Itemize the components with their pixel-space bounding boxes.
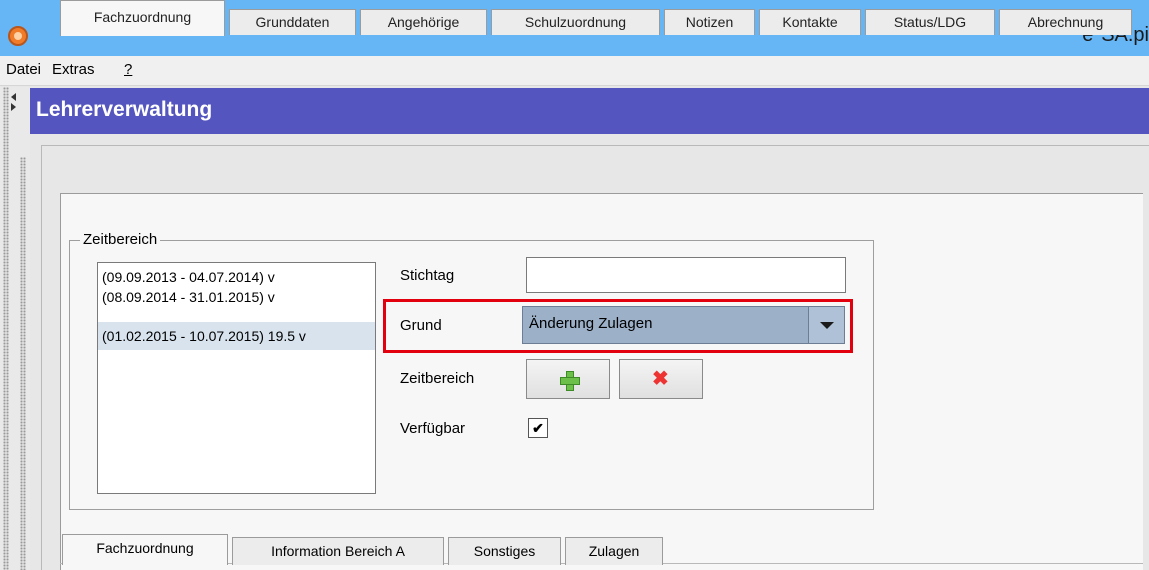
- menu-extras-label: Extras: [52, 61, 95, 78]
- page-title: Lehrerverwaltung: [36, 98, 213, 121]
- tab-label: Notizen: [685, 14, 734, 30]
- verfuegbar-label: Verfügbar: [400, 420, 466, 437]
- tab-label: Schulzuordnung: [524, 14, 627, 30]
- subtab-label: Information Bereich A: [271, 543, 405, 559]
- tab-label: Abrechnung: [1027, 14, 1104, 30]
- verfuegbar-checkbox[interactable]: ✔: [528, 418, 548, 438]
- menu-datei-label: Datei: [6, 61, 42, 78]
- tab-label: Angehörige: [387, 14, 460, 30]
- tab-label: Kontakte: [782, 14, 838, 30]
- x-icon: ✖: [652, 368, 669, 390]
- subtab-label: Fachzuordnung: [96, 540, 194, 556]
- subtab-label: Sonstiges: [473, 543, 536, 559]
- list-item-selected[interactable]: (01.02.2015 - 10.07.2015) 19.5 v: [98, 322, 375, 350]
- stichtag-label: Stichtag: [400, 267, 455, 284]
- menu-help-label: ?: [124, 61, 133, 78]
- chevron-down-icon[interactable]: [808, 307, 844, 343]
- list-item[interactable]: (08.09.2014 - 31.01.2015) v: [98, 287, 375, 307]
- plus-icon: [560, 371, 580, 391]
- zeitbereich-legend: Zeitbereich: [80, 231, 161, 248]
- app-icon[interactable]: [8, 26, 28, 46]
- tab-label: Fachzuordnung: [93, 9, 192, 25]
- menu-extras[interactable]: Extras: [52, 61, 95, 78]
- splitter-dots[interactable]: [3, 87, 9, 570]
- tab-label: Status/LDG: [893, 14, 967, 30]
- subtab-zulagen[interactable]: Zulagen: [565, 537, 663, 565]
- subtab-sonstiges[interactable]: Sonstiges: [448, 537, 561, 565]
- grund-dropdown[interactable]: Änderung Zulagen: [522, 306, 845, 344]
- zeitbereich-label: Zeitbereich: [400, 370, 475, 387]
- menu-datei[interactable]: Datei: [6, 61, 41, 78]
- grund-label: Grund: [400, 317, 442, 334]
- menu-bar: Datei Extras ?: [0, 56, 1149, 86]
- menu-help[interactable]: ?: [124, 61, 132, 78]
- list-item[interactable]: (09.09.2013 - 04.07.2014) v: [98, 267, 375, 287]
- splitter-dots-inner[interactable]: [20, 157, 26, 570]
- tab-kontakte[interactable]: Kontakte: [759, 9, 861, 35]
- collapse-arrows-icon[interactable]: [11, 93, 19, 113]
- tab-grunddaten[interactable]: Grunddaten: [229, 9, 356, 35]
- tab-fachzuordnung[interactable]: Fachzuordnung: [60, 0, 225, 36]
- tab-angehoerige[interactable]: Angehörige: [360, 9, 487, 35]
- tab-notizen[interactable]: Notizen: [664, 9, 755, 35]
- collapsed-side-panel: [0, 87, 38, 570]
- subtab-label: Zulagen: [588, 543, 640, 559]
- grund-value: Änderung Zulagen: [529, 315, 653, 332]
- tab-schulzuordnung[interactable]: Schulzuordnung: [491, 9, 660, 35]
- add-zeitbereich-button[interactable]: [526, 359, 610, 399]
- remove-zeitbereich-button[interactable]: ✖: [619, 359, 703, 399]
- subtab-information-bereich-a[interactable]: Information Bereich A: [232, 537, 444, 565]
- tab-status-ldg[interactable]: Status/LDG: [865, 9, 995, 35]
- zeitbereich-list[interactable]: (09.09.2013 - 04.07.2014) v (08.09.2014 …: [97, 262, 376, 494]
- subtab-fachzuordnung[interactable]: Fachzuordnung: [62, 534, 228, 565]
- tab-abrechnung[interactable]: Abrechnung: [999, 9, 1132, 35]
- tab-label: Grunddaten: [255, 14, 330, 30]
- module-header: Lehrerverwaltung: [30, 88, 1149, 134]
- stichtag-input[interactable]: [526, 257, 846, 293]
